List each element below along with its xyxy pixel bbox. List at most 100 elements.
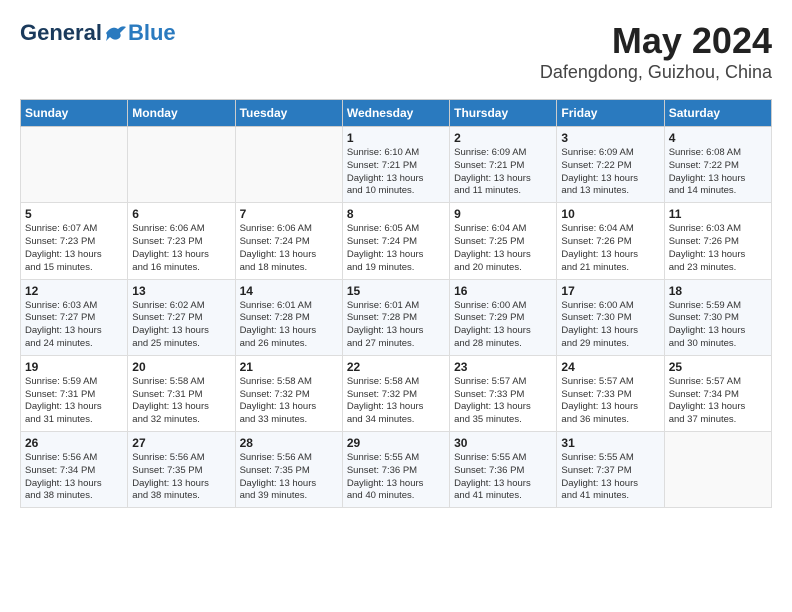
page-header: General Blue May 2024 Dafengdong, Guizho… <box>20 20 772 83</box>
day-number: 25 <box>669 360 767 374</box>
day-number: 21 <box>240 360 338 374</box>
cell-info: Sunrise: 6:08 AM Sunset: 7:22 PM Dayligh… <box>669 147 767 198</box>
cell-info: Sunrise: 5:58 AM Sunset: 7:32 PM Dayligh… <box>347 376 445 427</box>
cell-info: Sunrise: 5:56 AM Sunset: 7:35 PM Dayligh… <box>240 452 338 503</box>
weekday-header-monday: Monday <box>128 100 235 127</box>
calendar-cell: 27Sunrise: 5:56 AM Sunset: 7:35 PM Dayli… <box>128 432 235 508</box>
calendar-cell: 16 Sunrise: 6:00 AM Sunset: 7:29 PM Dayli… <box>450 279 557 355</box>
calendar-week-row: 26 Sunrise: 5:56 AM Sunset: 7:34 PM Dayli… <box>21 432 772 508</box>
day-number: 2 <box>454 131 552 145</box>
calendar-cell: 11 Sunrise: 6:03 AM Sunset: 7:26 PM Dayli… <box>664 203 771 279</box>
day-number: 15 <box>347 284 445 298</box>
calendar-cell: 12 Sunrise: 6:03 AM Sunset: 7:27 PM Dayli… <box>21 279 128 355</box>
calendar-cell: 4 Sunrise: 6:08 AM Sunset: 7:22 PM Daylig… <box>664 127 771 203</box>
cell-info: Sunrise: 5:55 AM Sunset: 7:36 PM Dayligh… <box>454 452 552 503</box>
day-number: 10 <box>561 207 659 221</box>
calendar-cell: 28Sunrise: 5:56 AM Sunset: 7:35 PM Dayli… <box>235 432 342 508</box>
cell-info: Sunrise: 5:56 AM Sunset: 7:34 PM Dayligh… <box>25 452 123 503</box>
calendar-cell: 1 Sunrise: 6:10 AM Sunset: 7:21 PM Daylig… <box>342 127 449 203</box>
title-block: May 2024 Dafengdong, Guizhou, China <box>540 20 772 83</box>
calendar-cell: 17Sunrise: 6:00 AM Sunset: 7:30 PM Dayli… <box>557 279 664 355</box>
day-number: 8 <box>347 207 445 221</box>
day-number: 22 <box>347 360 445 374</box>
weekday-header-wednesday: Wednesday <box>342 100 449 127</box>
day-number: 16 <box>454 284 552 298</box>
cell-info: Sunrise: 5:57 AM Sunset: 7:33 PM Dayligh… <box>561 376 659 427</box>
logo-general-text: General <box>20 20 102 46</box>
calendar-week-row: 12 Sunrise: 6:03 AM Sunset: 7:27 PM Dayli… <box>21 279 772 355</box>
day-number: 3 <box>561 131 659 145</box>
cell-info: Sunrise: 6:01 AM Sunset: 7:28 PM Dayligh… <box>240 300 338 351</box>
day-number: 20 <box>132 360 230 374</box>
day-number: 11 <box>669 207 767 221</box>
day-number: 18 <box>669 284 767 298</box>
cell-info: Sunrise: 6:09 AM Sunset: 7:22 PM Dayligh… <box>561 147 659 198</box>
cell-info: Sunrise: 6:03 AM Sunset: 7:27 PM Dayligh… <box>25 300 123 351</box>
calendar-cell: 20 Sunrise: 5:58 AM Sunset: 7:31 PM Dayli… <box>128 355 235 431</box>
calendar-cell: 3 Sunrise: 6:09 AM Sunset: 7:22 PM Daylig… <box>557 127 664 203</box>
weekday-header-friday: Friday <box>557 100 664 127</box>
day-number: 30 <box>454 436 552 450</box>
day-number: 7 <box>240 207 338 221</box>
calendar-cell: 8 Sunrise: 6:05 AM Sunset: 7:24 PM Daylig… <box>342 203 449 279</box>
day-number: 31 <box>561 436 659 450</box>
cell-info: Sunrise: 6:04 AM Sunset: 7:25 PM Dayligh… <box>454 223 552 274</box>
cell-info: Sunrise: 5:59 AM Sunset: 7:30 PM Dayligh… <box>669 300 767 351</box>
calendar-cell: 29Sunrise: 5:55 AM Sunset: 7:36 PM Dayli… <box>342 432 449 508</box>
cell-info: Sunrise: 5:55 AM Sunset: 7:37 PM Dayligh… <box>561 452 659 503</box>
day-number: 12 <box>25 284 123 298</box>
day-number: 23 <box>454 360 552 374</box>
weekday-header-thursday: Thursday <box>450 100 557 127</box>
cell-info: Sunrise: 6:01 AM Sunset: 7:28 PM Dayligh… <box>347 300 445 351</box>
calendar-table: SundayMondayTuesdayWednesdayThursdayFrid… <box>20 99 772 508</box>
weekday-header-sunday: Sunday <box>21 100 128 127</box>
day-number: 6 <box>132 207 230 221</box>
calendar-location: Dafengdong, Guizhou, China <box>540 62 772 83</box>
calendar-cell: 31 Sunrise: 5:55 AM Sunset: 7:37 PM Dayli… <box>557 432 664 508</box>
day-number: 4 <box>669 131 767 145</box>
cell-info: Sunrise: 6:02 AM Sunset: 7:27 PM Dayligh… <box>132 300 230 351</box>
day-number: 26 <box>25 436 123 450</box>
cell-info: Sunrise: 6:05 AM Sunset: 7:24 PM Dayligh… <box>347 223 445 274</box>
calendar-cell: 30 Sunrise: 5:55 AM Sunset: 7:36 PM Dayli… <box>450 432 557 508</box>
calendar-title: May 2024 <box>540 20 772 62</box>
calendar-cell: 6Sunrise: 6:06 AM Sunset: 7:23 PM Daylig… <box>128 203 235 279</box>
calendar-week-row: 5Sunrise: 6:07 AM Sunset: 7:23 PM Daylig… <box>21 203 772 279</box>
day-number: 1 <box>347 131 445 145</box>
cell-info: Sunrise: 6:00 AM Sunset: 7:29 PM Dayligh… <box>454 300 552 351</box>
cell-info: Sunrise: 5:58 AM Sunset: 7:31 PM Dayligh… <box>132 376 230 427</box>
day-number: 9 <box>454 207 552 221</box>
calendar-cell <box>21 127 128 203</box>
cell-info: Sunrise: 6:09 AM Sunset: 7:21 PM Dayligh… <box>454 147 552 198</box>
day-number: 19 <box>25 360 123 374</box>
calendar-cell: 15 Sunrise: 6:01 AM Sunset: 7:28 PM Dayli… <box>342 279 449 355</box>
calendar-cell <box>128 127 235 203</box>
weekday-header-saturday: Saturday <box>664 100 771 127</box>
calendar-cell: 18 Sunrise: 5:59 AM Sunset: 7:30 PM Dayli… <box>664 279 771 355</box>
calendar-cell: 7 Sunrise: 6:06 AM Sunset: 7:24 PM Daylig… <box>235 203 342 279</box>
day-number: 24 <box>561 360 659 374</box>
day-number: 14 <box>240 284 338 298</box>
cell-info: Sunrise: 6:00 AM Sunset: 7:30 PM Dayligh… <box>561 300 659 351</box>
cell-info: Sunrise: 6:03 AM Sunset: 7:26 PM Dayligh… <box>669 223 767 274</box>
calendar-cell: 26 Sunrise: 5:56 AM Sunset: 7:34 PM Dayli… <box>21 432 128 508</box>
calendar-cell: 24 Sunrise: 5:57 AM Sunset: 7:33 PM Dayli… <box>557 355 664 431</box>
cell-info: Sunrise: 5:58 AM Sunset: 7:32 PM Dayligh… <box>240 376 338 427</box>
logo-blue-text: Blue <box>128 20 176 46</box>
calendar-cell: 9 Sunrise: 6:04 AM Sunset: 7:25 PM Daylig… <box>450 203 557 279</box>
cell-info: Sunrise: 5:59 AM Sunset: 7:31 PM Dayligh… <box>25 376 123 427</box>
logo: General Blue <box>20 20 176 46</box>
cell-info: Sunrise: 6:04 AM Sunset: 7:26 PM Dayligh… <box>561 223 659 274</box>
weekday-header-tuesday: Tuesday <box>235 100 342 127</box>
calendar-cell: 5Sunrise: 6:07 AM Sunset: 7:23 PM Daylig… <box>21 203 128 279</box>
cell-info: Sunrise: 5:55 AM Sunset: 7:36 PM Dayligh… <box>347 452 445 503</box>
cell-info: Sunrise: 5:57 AM Sunset: 7:34 PM Dayligh… <box>669 376 767 427</box>
calendar-cell <box>664 432 771 508</box>
calendar-cell: 22 Sunrise: 5:58 AM Sunset: 7:32 PM Dayli… <box>342 355 449 431</box>
calendar-cell: 10 Sunrise: 6:04 AM Sunset: 7:26 PM Dayli… <box>557 203 664 279</box>
cell-info: Sunrise: 6:10 AM Sunset: 7:21 PM Dayligh… <box>347 147 445 198</box>
cell-info: Sunrise: 6:06 AM Sunset: 7:24 PM Dayligh… <box>240 223 338 274</box>
calendar-week-row: 19 Sunrise: 5:59 AM Sunset: 7:31 PM Dayli… <box>21 355 772 431</box>
calendar-cell: 19 Sunrise: 5:59 AM Sunset: 7:31 PM Dayli… <box>21 355 128 431</box>
calendar-cell: 2 Sunrise: 6:09 AM Sunset: 7:21 PM Daylig… <box>450 127 557 203</box>
